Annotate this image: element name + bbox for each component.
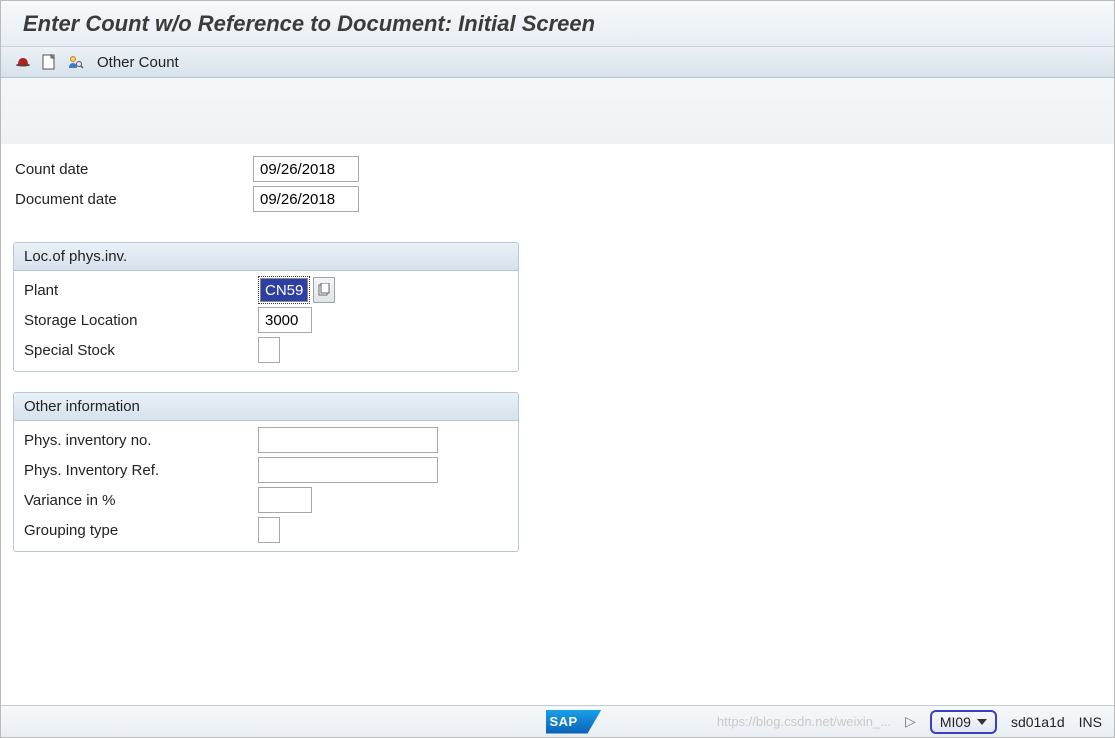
- phys-inv-ref-label: Phys. Inventory Ref.: [22, 462, 258, 479]
- group-other-body: Phys. inventory no. Phys. Inventory Ref.…: [14, 421, 518, 551]
- count-date-label: Count date: [13, 161, 253, 178]
- row-variance: Variance in %: [22, 485, 510, 515]
- grouping-type-label: Grouping type: [22, 522, 258, 539]
- sap-logo: SAP: [546, 710, 602, 734]
- row-phys-inv-no: Phys. inventory no.: [22, 425, 510, 455]
- sap-logo-text: SAP: [550, 714, 578, 729]
- row-plant: Plant: [22, 275, 510, 305]
- system-id-text: sd01a1d: [1011, 714, 1065, 730]
- plant-label: Plant: [22, 282, 258, 299]
- row-count-date: Count date: [13, 154, 1102, 184]
- document-date-label: Document date: [13, 191, 253, 208]
- count-date-input[interactable]: [253, 156, 359, 182]
- person-search-icon[interactable]: [65, 53, 85, 71]
- group-loc-body: Plant Storage Location: [14, 271, 518, 371]
- content-area: Count date Document date Loc.of phys.inv…: [1, 144, 1114, 552]
- watermark-text: https://blog.csdn.net/weixin_...: [717, 714, 891, 729]
- row-storage-location: Storage Location: [22, 305, 510, 335]
- phys-inv-ref-input[interactable]: [258, 457, 438, 483]
- hat-icon[interactable]: [13, 53, 33, 71]
- page-icon[interactable]: [39, 53, 59, 71]
- row-special-stock: Special Stock: [22, 335, 510, 365]
- toolbar-spacer: [1, 78, 1114, 144]
- grouping-type-input[interactable]: [258, 517, 280, 543]
- transaction-code-text: MI09: [940, 714, 971, 730]
- special-stock-input[interactable]: [258, 337, 280, 363]
- group-loc-header: Loc.of phys.inv.: [14, 243, 518, 271]
- chevron-down-icon: [977, 719, 987, 725]
- plant-input[interactable]: [260, 278, 308, 302]
- phys-inv-no-input[interactable]: [258, 427, 438, 453]
- phys-inv-no-label: Phys. inventory no.: [22, 432, 258, 449]
- group-other-header: Other information: [14, 393, 518, 421]
- app-window: Enter Count w/o Reference to Document: I…: [0, 0, 1115, 738]
- status-open-icon[interactable]: ▷: [905, 713, 916, 730]
- transaction-code-dropdown[interactable]: MI09: [930, 710, 997, 734]
- variance-input[interactable]: [258, 487, 312, 513]
- row-grouping-type: Grouping type: [22, 515, 510, 545]
- toolbar: Other Count: [1, 47, 1114, 78]
- document-date-input[interactable]: [253, 186, 359, 212]
- title-bar: Enter Count w/o Reference to Document: I…: [1, 1, 1114, 47]
- page-title: Enter Count w/o Reference to Document: I…: [23, 11, 595, 36]
- special-stock-label: Special Stock: [22, 342, 258, 359]
- variance-label: Variance in %: [22, 492, 258, 509]
- storage-location-label: Storage Location: [22, 312, 258, 329]
- sap-logo-shape: SAP: [546, 710, 602, 734]
- other-count-button[interactable]: Other Count: [97, 54, 179, 71]
- group-other-info: Other information Phys. inventory no. Ph…: [13, 392, 519, 552]
- plant-search-help-button[interactable]: [313, 277, 335, 303]
- row-phys-inv-ref: Phys. Inventory Ref.: [22, 455, 510, 485]
- row-document-date: Document date: [13, 184, 1102, 214]
- group-loc-phys-inv: Loc.of phys.inv. Plant Storage Lo: [13, 242, 519, 372]
- status-bar: SAP https://blog.csdn.net/weixin_... ▷ M…: [1, 705, 1114, 737]
- insert-mode-text: INS: [1079, 714, 1102, 730]
- storage-location-input[interactable]: [258, 307, 312, 333]
- plant-field-wrap: [258, 276, 310, 304]
